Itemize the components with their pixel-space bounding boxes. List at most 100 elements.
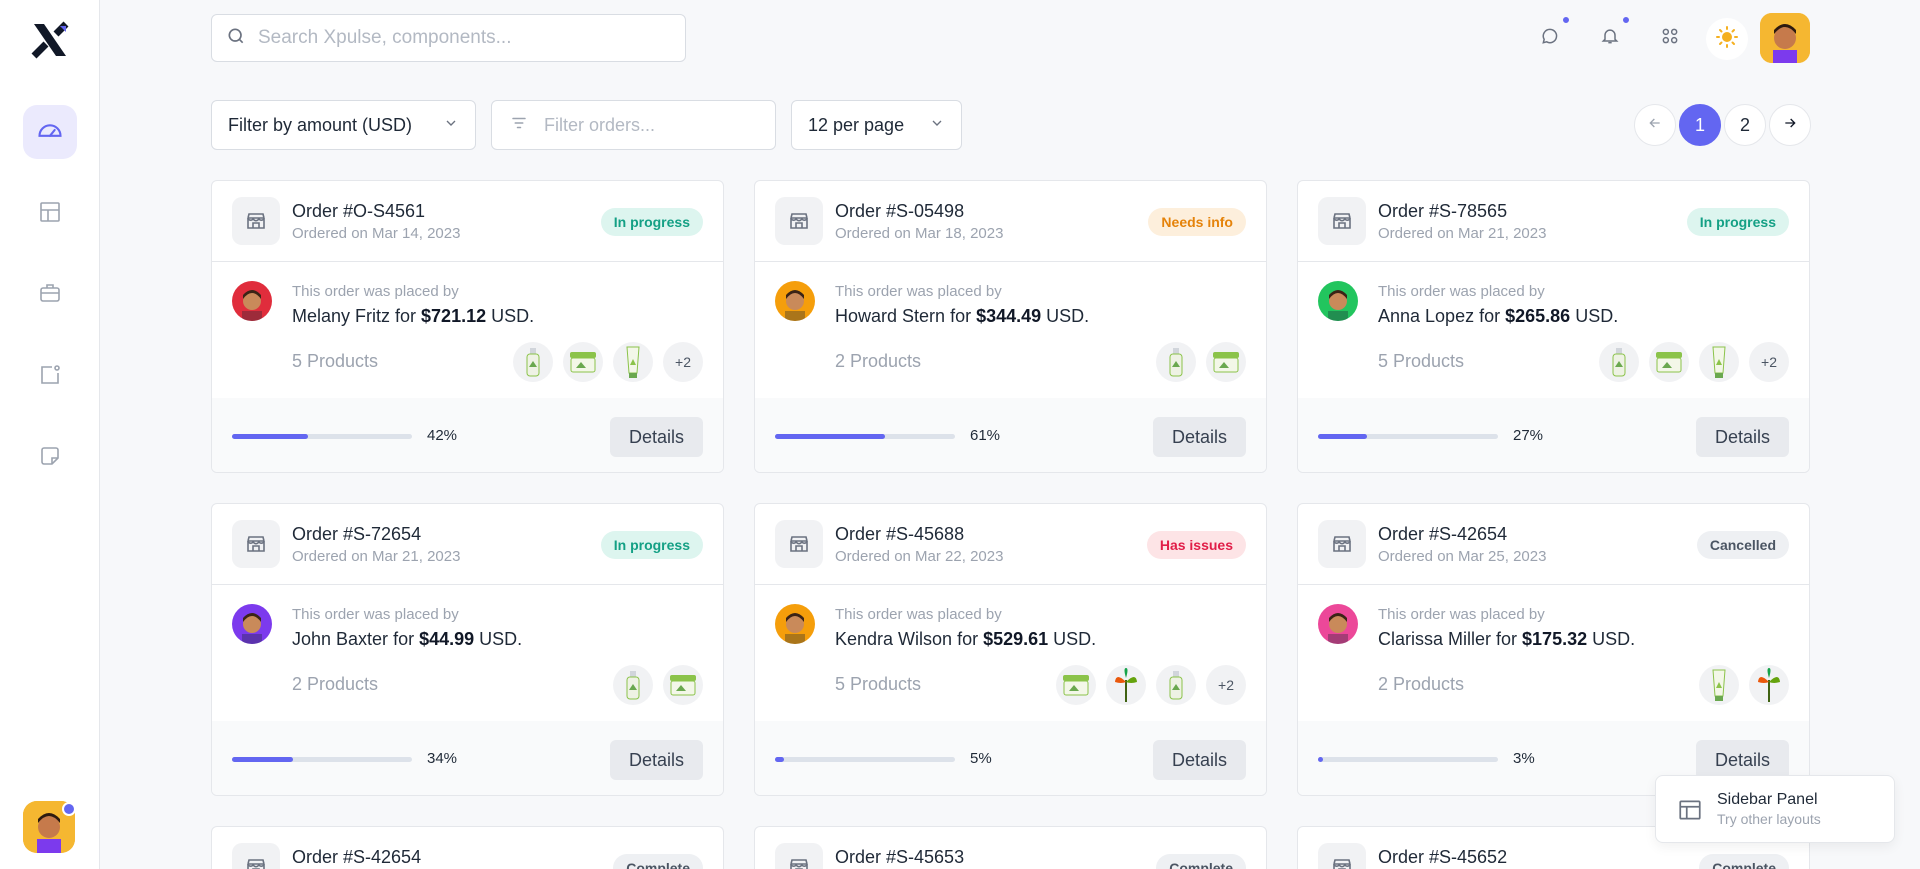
customer-avatar[interactable] (232, 604, 272, 644)
profile-avatar[interactable] (1760, 13, 1810, 63)
order-card-footer: 27% Details (1298, 398, 1809, 472)
store-icon (232, 197, 280, 245)
details-button[interactable]: Details (1153, 417, 1246, 457)
product-thumbnail-jar[interactable] (663, 665, 703, 705)
details-button[interactable]: Details (610, 417, 703, 457)
product-thumbnail-bottle[interactable] (513, 342, 553, 382)
sun-icon (1715, 25, 1739, 54)
online-status-dot (62, 802, 76, 816)
product-thumbnail-bottle[interactable] (1156, 665, 1196, 705)
order-id: Order #S-05498 (835, 201, 965, 221)
progress-bar (232, 757, 412, 762)
pagination-next-button[interactable] (1769, 104, 1811, 146)
progress-bar (232, 434, 412, 439)
product-thumbnail-plant[interactable] (1749, 665, 1789, 705)
progress-percent: 61% (970, 427, 1001, 444)
amount-filter-label: Filter by amount (USD) (228, 114, 413, 135)
progress-percent: 5% (970, 750, 992, 767)
order-summary: Kendra Wilson for $529.61 USD. (835, 629, 1096, 650)
theme-toggle-button[interactable] (1706, 18, 1748, 60)
order-id: Order #S-45652 (1378, 847, 1508, 867)
order-id: Order #S-78565 (1378, 201, 1508, 221)
placed-by-label: This order was placed by (292, 606, 459, 623)
order-amount: $344.49 (976, 306, 1042, 326)
orders-filter-field[interactable] (491, 100, 776, 150)
more-products-count[interactable]: +2 (1749, 342, 1789, 382)
product-thumbnail-jar[interactable] (1649, 342, 1689, 382)
progress-percent: 3% (1513, 750, 1535, 767)
progress-bar-fill (775, 434, 885, 439)
customer-avatar[interactable] (1318, 281, 1358, 321)
apps-grid-icon (1660, 26, 1680, 51)
arrow-right-icon (1782, 115, 1798, 136)
store-icon (1318, 197, 1366, 245)
details-button[interactable]: Details (1153, 740, 1246, 780)
pagination-prev-button[interactable] (1634, 104, 1676, 146)
arrow-left-icon (1647, 115, 1663, 136)
order-date: Ordered on Mar 22, 2023 (835, 548, 1004, 565)
order-id: Order #O-S4561 (292, 201, 426, 221)
for-word: for (388, 629, 420, 649)
layout-switcher-panel[interactable]: Sidebar Panel Try other layouts (1655, 775, 1895, 843)
pagination-page-2[interactable]: 2 (1724, 104, 1766, 146)
product-thumbnail-tube[interactable] (1699, 665, 1739, 705)
product-thumbnails (1156, 342, 1246, 382)
progress-bar-fill (1318, 434, 1367, 439)
product-thumbnail-tube[interactable] (613, 342, 653, 382)
product-thumbnails (1699, 665, 1789, 705)
customer-avatar[interactable] (1318, 604, 1358, 644)
order-id: Order #S-42654 (1378, 524, 1508, 544)
details-button[interactable]: Details (1696, 417, 1789, 457)
orders-filter-input[interactable] (544, 114, 764, 136)
customer-avatar[interactable] (775, 281, 815, 321)
order-card-header: Order #S-72654 Ordered on Mar 21, 2023 In … (212, 504, 723, 585)
amount-filter-select[interactable]: Filter by amount (USD) (211, 100, 476, 150)
per-page-select[interactable]: 12 per page (791, 100, 962, 150)
status-badge: In progress (600, 208, 703, 236)
sidebar-item-notes[interactable] (23, 431, 77, 485)
order-card-footer: 5% Details (755, 721, 1266, 795)
details-button[interactable]: Details (1696, 740, 1789, 780)
customer-name: Anna Lopez (1378, 306, 1475, 326)
order-card-header: Order #S-78565 Ordered on Mar 21, 2023 In … (1298, 181, 1809, 262)
currency-label: USD. (474, 629, 523, 649)
sticky-note-icon (38, 444, 62, 473)
search-input[interactable] (258, 27, 658, 49)
order-card-header: Order #S-05498 Ordered on Mar 18, 2023 Nee… (755, 181, 1266, 262)
product-thumbnail-jar[interactable] (1056, 665, 1096, 705)
for-word: for (952, 629, 984, 649)
more-products-count[interactable]: +2 (663, 342, 703, 382)
sidebar-item-layouts[interactable] (23, 187, 77, 241)
product-thumbnail-jar[interactable] (563, 342, 603, 382)
order-date: Ordered on Mar 18, 2023 (835, 225, 1004, 242)
details-button[interactable]: Details (610, 740, 703, 780)
layout-panel-title: Sidebar Panel (1717, 791, 1818, 808)
products-count: 2 Products (292, 674, 379, 694)
product-thumbnail-jar[interactable] (1206, 342, 1246, 382)
progress-bar-fill (775, 757, 784, 762)
product-thumbnail-bottle[interactable] (1156, 342, 1196, 382)
search-bar[interactable] (211, 14, 686, 62)
customer-name: John Baxter (292, 629, 389, 649)
briefcase-icon (38, 281, 62, 310)
sidebar-item-notifications[interactable] (23, 350, 77, 404)
order-date: Ordered on Mar 21, 2023 (1378, 225, 1547, 242)
product-thumbnail-bottle[interactable] (613, 665, 653, 705)
messages-dot (1561, 15, 1571, 25)
customer-avatar[interactable] (775, 604, 815, 644)
product-thumbnail-bottle[interactable] (1599, 342, 1639, 382)
store-icon (775, 843, 823, 869)
xpulse-logo[interactable] (30, 20, 70, 60)
product-thumbnail-plant[interactable] (1106, 665, 1146, 705)
sidebar-item-briefcase[interactable] (23, 268, 77, 322)
order-summary: Melany Fritz for $721.12 USD. (292, 306, 534, 327)
sidebar-item-dashboard[interactable] (23, 105, 77, 159)
product-thumbnail-tube[interactable] (1699, 342, 1739, 382)
order-id: Order #S-45653 (835, 847, 965, 867)
pagination-page-1[interactable]: 1 (1679, 104, 1721, 146)
status-badge: Needs info (1148, 208, 1246, 236)
more-products-count[interactable]: +2 (1206, 665, 1246, 705)
placed-by-label: This order was placed by (292, 283, 459, 300)
apps-button[interactable] (1650, 18, 1690, 58)
customer-avatar[interactable] (232, 281, 272, 321)
